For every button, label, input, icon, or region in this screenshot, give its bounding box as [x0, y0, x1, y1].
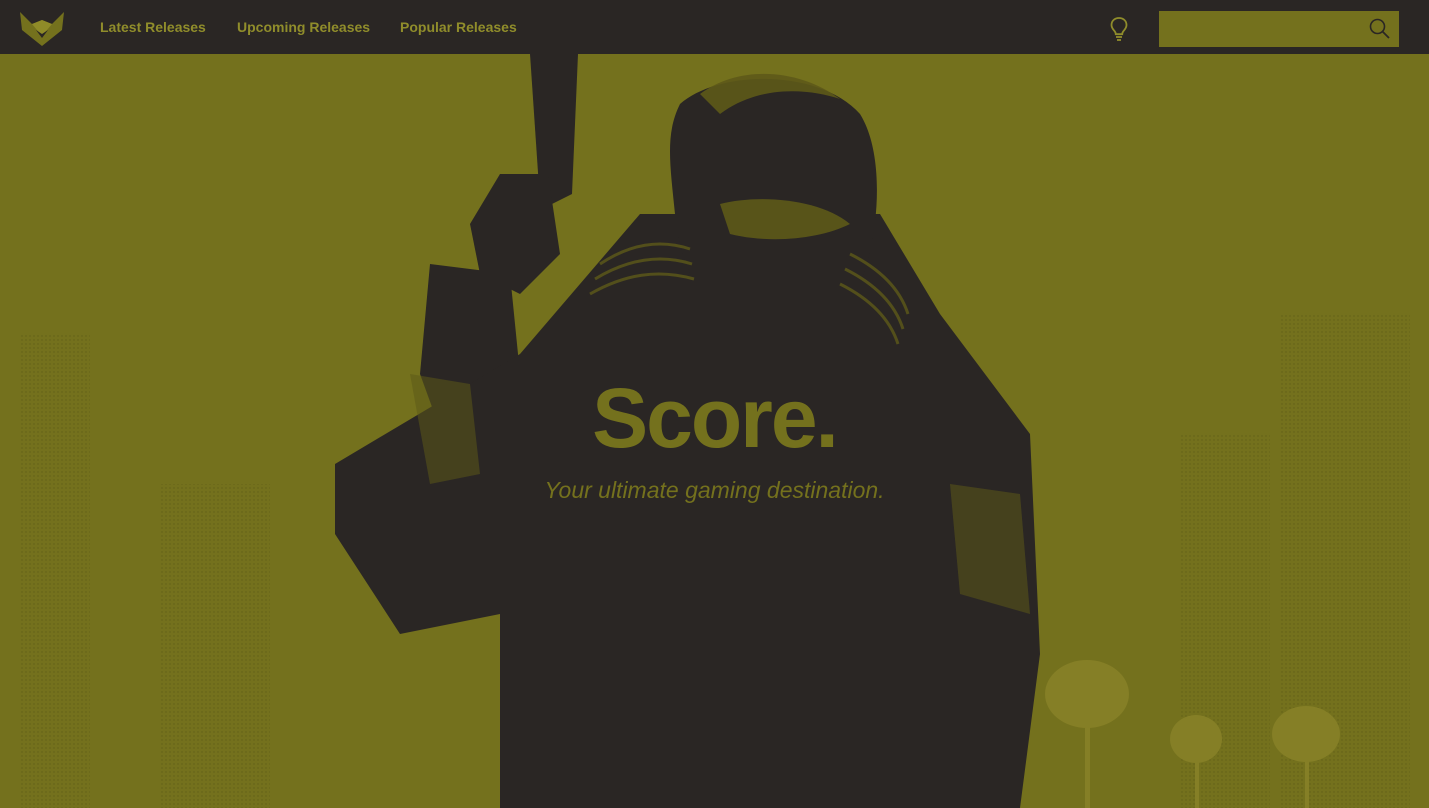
hero-subtitle: Your ultimate gaming destination. — [544, 477, 885, 503]
fox-logo-icon — [20, 12, 64, 46]
top-navbar: Latest Releases Upcoming Releases Popula… — [0, 0, 1429, 54]
search-button[interactable] — [1367, 17, 1393, 41]
nav-link-upcoming-releases[interactable]: Upcoming Releases — [237, 19, 370, 35]
search-box — [1159, 11, 1399, 47]
lightbulb-icon — [1110, 17, 1128, 41]
search-icon — [1369, 18, 1390, 39]
theme-toggle-button[interactable] — [1107, 15, 1131, 43]
hero-section: Score. Your ultimate gaming destination. — [0, 54, 1429, 808]
search-input[interactable] — [1159, 11, 1359, 47]
nav-link-popular-releases[interactable]: Popular Releases — [400, 19, 517, 35]
site-logo[interactable] — [18, 8, 66, 48]
page: Latest Releases Upcoming Releases Popula… — [0, 0, 1429, 808]
hero-title: Score. — [592, 371, 839, 465]
nav-link-latest-releases[interactable]: Latest Releases — [100, 19, 206, 35]
